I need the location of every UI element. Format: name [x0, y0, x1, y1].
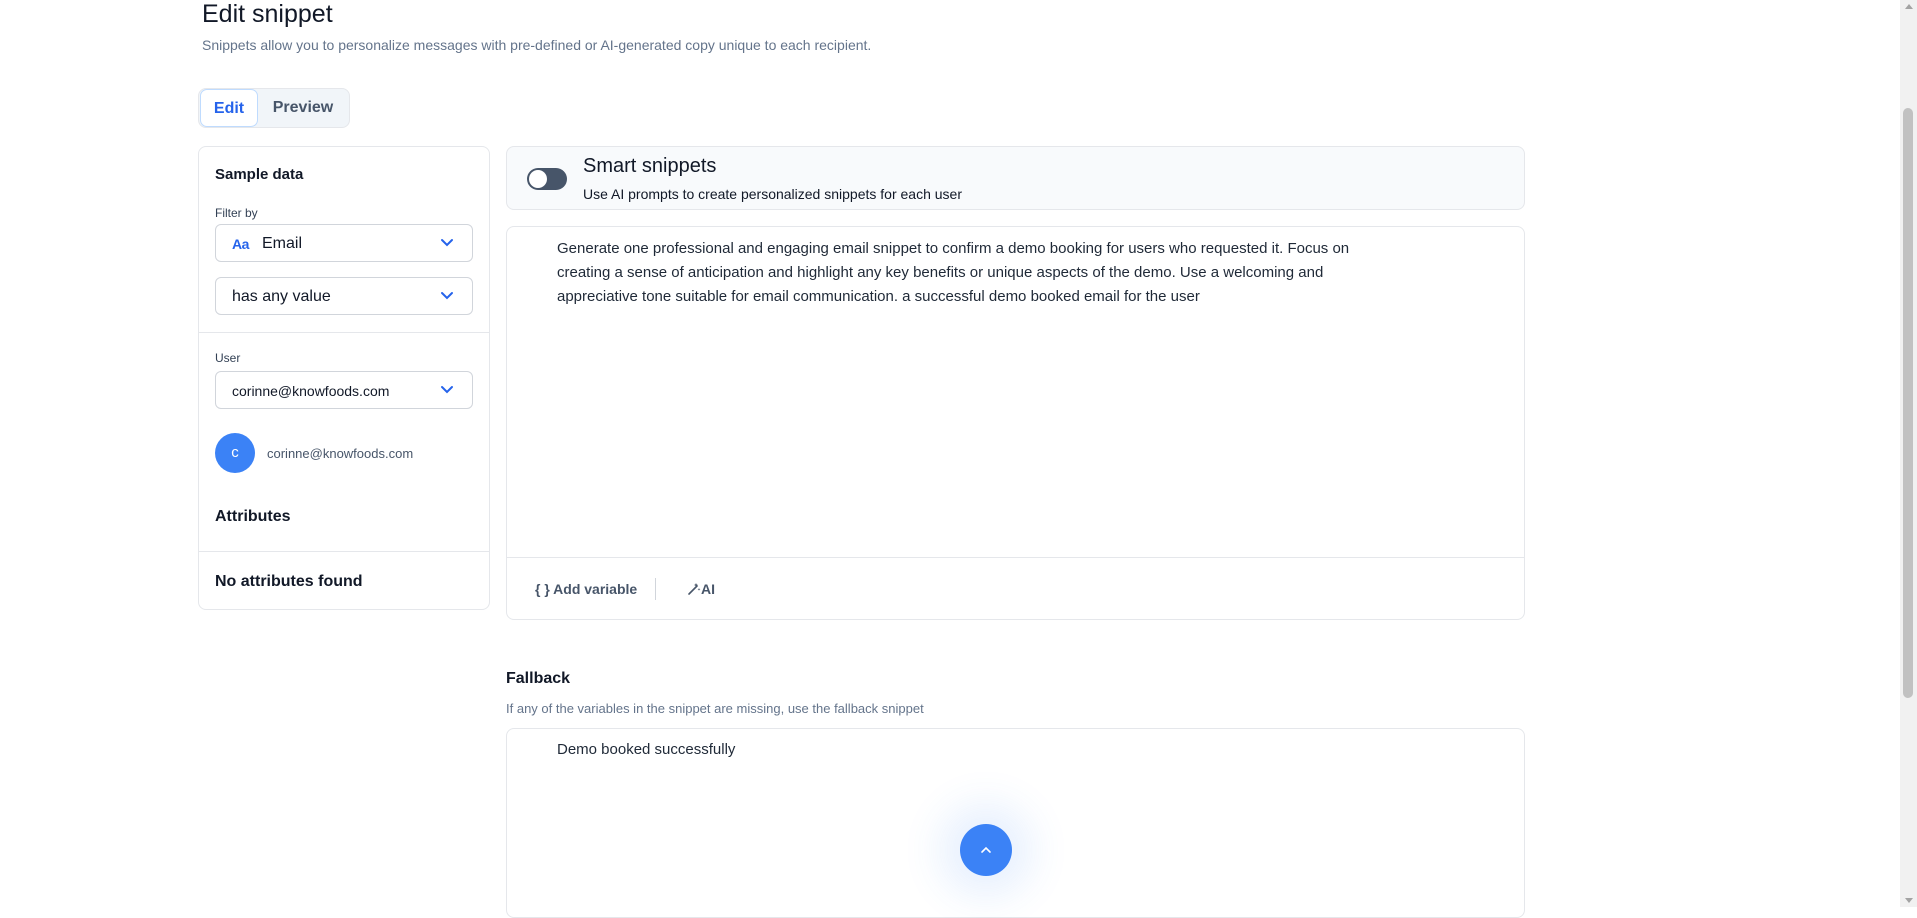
tab-preview[interactable]: Preview — [261, 89, 345, 127]
chevron-down-icon — [441, 386, 453, 394]
chevron-down-icon — [441, 239, 453, 247]
smart-snippets-toggle[interactable] — [527, 168, 567, 190]
user-select-value: corinne@knowfoods.com — [232, 383, 390, 399]
sample-data-title: Sample data — [215, 166, 304, 183]
ai-button-label: AI — [701, 581, 715, 597]
snippet-editor[interactable]: Generate one professional and engaging e… — [506, 226, 1525, 620]
filter-by-label: Filter by — [215, 206, 258, 220]
page-subtitle: Snippets allow you to personalize messag… — [202, 37, 872, 53]
scrollbar-thumb[interactable] — [1903, 108, 1913, 698]
divider — [199, 332, 489, 333]
scroll-down-icon[interactable] — [1905, 898, 1913, 903]
sample-data-panel: Sample data Filter by Aa Email has any v… — [198, 146, 490, 610]
avatar-email: corinne@knowfoods.com — [267, 446, 414, 461]
smart-snippets-subtitle: Use AI prompts to create personalized sn… — [583, 186, 962, 202]
fallback-editor-text[interactable]: Demo booked successfully — [557, 741, 735, 758]
add-variable-button[interactable]: { } Add variable — [535, 581, 637, 597]
filter-condition-value: has any value — [232, 288, 331, 305]
scroll-to-top-button[interactable] — [960, 824, 1012, 876]
filter-condition-select[interactable]: has any value — [215, 277, 473, 315]
fallback-title: Fallback — [506, 670, 571, 687]
toggle-knob — [529, 170, 547, 188]
chevron-down-icon — [441, 292, 453, 300]
text-type-icon: Aa — [232, 236, 249, 252]
divider — [507, 557, 1524, 558]
chevron-up-icon — [981, 846, 991, 853]
page-scrollbar[interactable] — [1900, 0, 1917, 907]
toolbar-separator — [655, 578, 656, 600]
smart-snippets-title: Smart snippets — [583, 155, 717, 177]
attributes-title: Attributes — [215, 508, 291, 525]
user-label: User — [215, 351, 241, 365]
edit-preview-tabs: Edit Preview — [198, 88, 350, 128]
divider — [199, 551, 489, 552]
ai-button[interactable]: AI — [687, 581, 715, 597]
user-select[interactable]: corinne@knowfoods.com — [215, 371, 473, 409]
snippet-editor-text[interactable]: Generate one professional and engaging e… — [557, 237, 1367, 309]
fallback-editor[interactable]: Demo booked successfully — [506, 728, 1525, 918]
no-attributes-text: No attributes found — [215, 573, 363, 590]
filter-field-select[interactable]: Aa Email — [215, 224, 473, 262]
page-title: Edit snippet — [202, 0, 333, 28]
tab-edit[interactable]: Edit — [200, 89, 258, 127]
filter-field-value: Email — [262, 235, 303, 252]
avatar: c — [215, 433, 255, 473]
fallback-subtitle: If any of the variables in the snippet a… — [506, 701, 924, 716]
magic-wand-icon — [688, 583, 701, 595]
smart-snippets-box: Smart snippets Use AI prompts to create … — [506, 146, 1525, 210]
scroll-up-icon[interactable] — [1905, 4, 1913, 9]
